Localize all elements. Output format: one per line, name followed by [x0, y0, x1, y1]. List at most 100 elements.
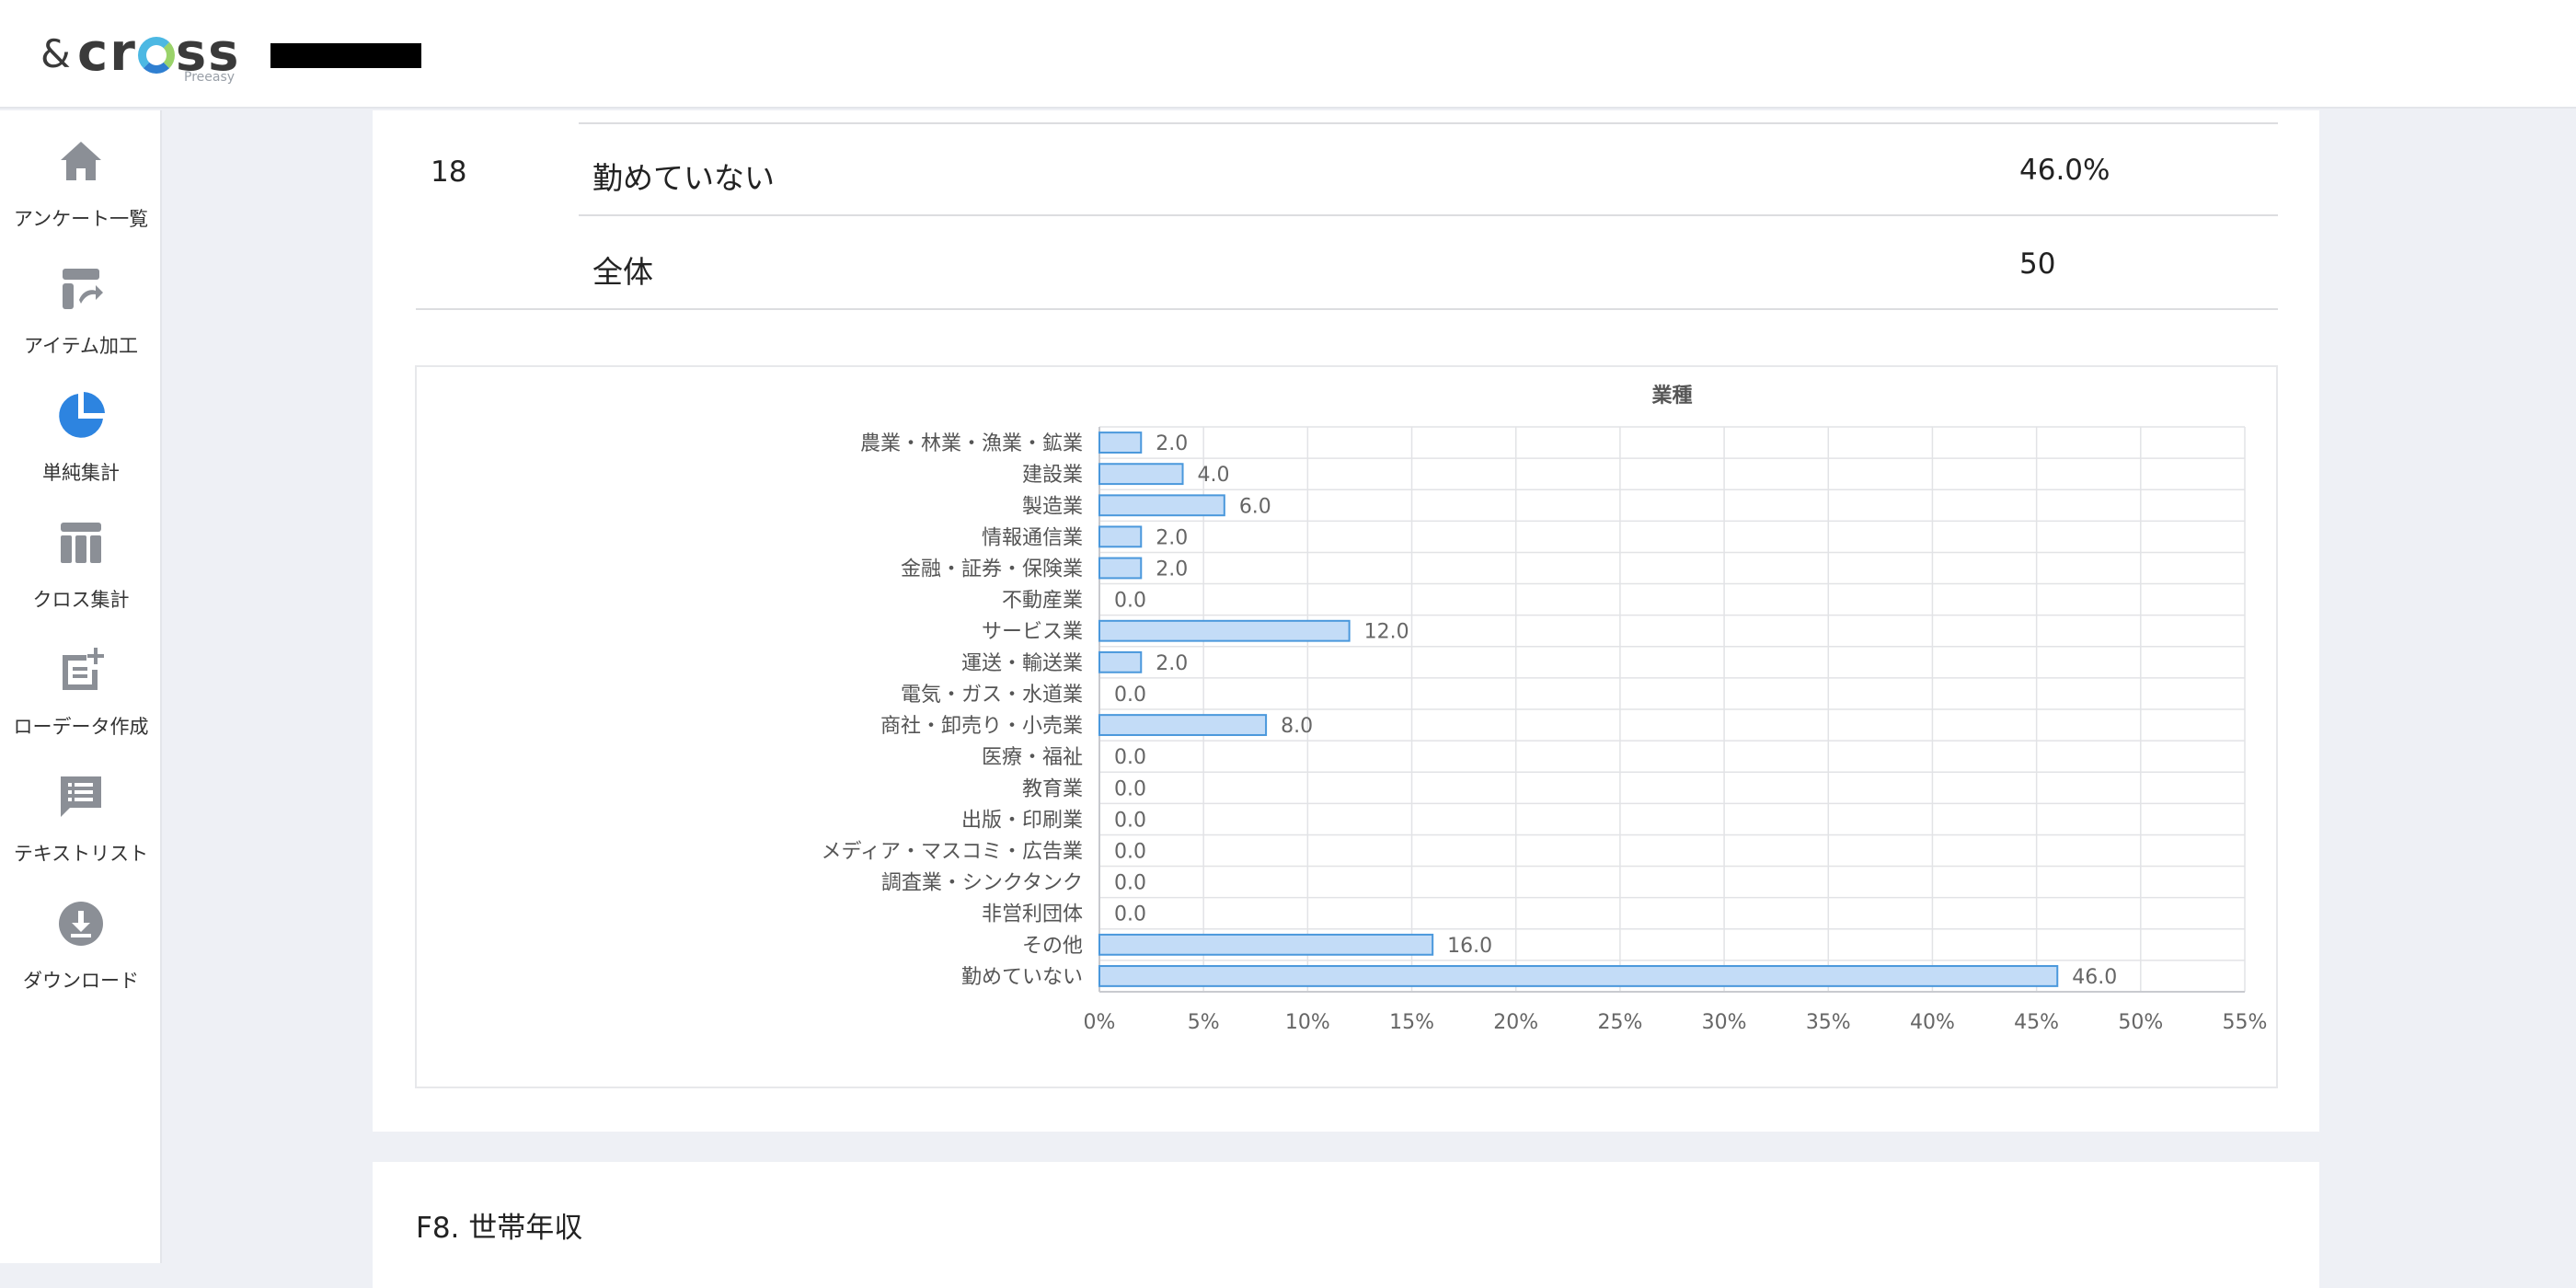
x-tick-label: 45%: [2014, 1011, 2059, 1034]
pie-chart-icon: [59, 392, 105, 438]
bar-value-label: 0.0: [1114, 841, 1146, 864]
download-icon: [59, 902, 103, 946]
chart-bar: [1098, 463, 1184, 486]
y-category-label: 運送・輸送業: [961, 652, 1083, 675]
sidebar-item-label: クロス集計: [32, 589, 130, 611]
sidebar-item-simple-tabulation[interactable]: 単純集計: [0, 377, 162, 497]
bar-value-label: 0.0: [1114, 777, 1146, 800]
x-tick-label: 5%: [1188, 1011, 1220, 1034]
next-section-card: F8. 世帯年収: [373, 1162, 2319, 1288]
raw-data-icon: [63, 648, 104, 690]
x-tick-label: 35%: [1806, 1011, 1851, 1034]
bar-value-label: 46.0: [2072, 966, 2117, 989]
chart-bar: [1098, 557, 1143, 580]
bar-value-label: 0.0: [1114, 684, 1146, 707]
table-icon: [61, 523, 101, 563]
y-category-label: 不動産業: [1002, 590, 1083, 613]
table-row-total: 全体 50: [416, 218, 2278, 310]
bar-value-label: 4.0: [1198, 464, 1230, 487]
chart-bar: [1098, 965, 2059, 987]
y-category-label: 調査業・シンクタンク: [881, 872, 1083, 895]
home-icon: [61, 142, 101, 180]
y-category-label: 出版・印刷業: [961, 809, 1083, 832]
app-header: & cr ss Preeasy: [0, 0, 2576, 109]
bar-value-label: 2.0: [1156, 652, 1188, 675]
chart-title: 業種: [1651, 385, 1692, 408]
row-value: 50: [2019, 247, 2056, 281]
bar-value-label: 0.0: [1114, 872, 1146, 895]
y-category-label: 金融・証券・保険業: [901, 558, 1083, 581]
x-tick-label: 40%: [1910, 1011, 1955, 1034]
y-category-label: 情報通信業: [982, 526, 1083, 549]
x-tick-label: 20%: [1493, 1011, 1538, 1034]
sidebar-item-label: ダウンロード: [23, 970, 139, 992]
bar-value-label: 0.0: [1114, 903, 1146, 926]
sidebar-item-label: ローデータ作成: [13, 716, 149, 738]
x-tick-label: 10%: [1285, 1011, 1330, 1034]
sidebar-item-label: アイテム加工: [24, 335, 138, 357]
table-row-divider: [416, 308, 2278, 310]
sidebar-item-cross-tabulation[interactable]: クロス集計: [0, 504, 162, 624]
y-category-label: 医療・福祉: [982, 746, 1083, 769]
section-title: F8. 世帯年収: [416, 1212, 583, 1245]
chart-bar: [1098, 494, 1225, 517]
bar-value-label: 6.0: [1239, 495, 1271, 518]
result-card: 18 勤めていない 46.0% 全体 50 業種 0% 5% 10% 15% 20% 25%…: [373, 110, 2319, 1132]
bar-value-label: 8.0: [1281, 715, 1313, 738]
bar-value-label: 12.0: [1364, 621, 1409, 644]
logo-ring-icon: [137, 37, 175, 74]
row-label: 勤めていない: [592, 160, 775, 196]
x-tick-label: 30%: [1702, 1011, 1747, 1034]
chart-canvas: 業種 0% 5% 10% 15% 20% 25% 30% 35% 40% 45% 50% 55% 農業・林…: [822, 385, 2268, 1034]
chart-bar: [1098, 619, 1351, 642]
y-category-label: 教育業: [1022, 777, 1083, 800]
sidebar-item-download[interactable]: ダウンロード: [0, 885, 162, 1005]
y-category-label: 勤めていない: [961, 966, 1083, 989]
y-category-label: サービス業: [982, 621, 1083, 644]
y-category-label: 非営利団体: [982, 903, 1083, 926]
chart-bar: [1098, 650, 1143, 673]
bar-value-label: 0.0: [1114, 590, 1146, 613]
chart-bar: [1098, 933, 1434, 956]
redacted-project-name: [270, 43, 421, 68]
sidebar: アンケート一覧 アイテム加工 単純集計 クロス集計 ローデータ作成 テキストリス…: [0, 110, 162, 1263]
x-tick-label: 15%: [1389, 1011, 1434, 1034]
y-category-label: 農業・林業・漁業・鉱業: [860, 432, 1083, 455]
chart-bar: [1098, 525, 1143, 548]
sidebar-item-raw-data[interactable]: ローデータ作成: [0, 631, 162, 751]
row-number: 18: [431, 155, 467, 189]
app-logo[interactable]: & cr ss Preeasy: [40, 24, 243, 86]
sidebar-item-item-edit[interactable]: アイテム加工: [0, 250, 162, 370]
chart-bar: [1098, 431, 1143, 454]
x-tick-label: 55%: [2223, 1011, 2268, 1034]
x-tick-label: 25%: [1597, 1011, 1642, 1034]
logo-ampersand: &: [40, 31, 71, 76]
chart-bar: [1098, 714, 1268, 736]
bar-chart: 業種 0% 5% 10% 15% 20% 25% 30% 35% 40% 45% 50% 55% 農業・林…: [415, 365, 2278, 1088]
bar-value-label: 16.0: [1447, 935, 1492, 958]
bar-value-label: 0.0: [1114, 809, 1146, 832]
bar-value-label: 2.0: [1156, 526, 1188, 549]
sidebar-item-label: 単純集計: [42, 462, 120, 484]
row-value: 46.0%: [2019, 154, 2110, 187]
y-category-label: 製造業: [1022, 495, 1083, 518]
item-edit-icon: [63, 269, 103, 309]
x-tick-label: 50%: [2118, 1011, 2163, 1034]
row-label: 全体: [592, 254, 653, 290]
y-category-label: 商社・卸売り・小売業: [880, 715, 1083, 738]
y-category-label: メディア・マスコミ・広告業: [822, 841, 1083, 864]
bar-value-label: 0.0: [1114, 746, 1146, 769]
y-category-label: その他: [1022, 935, 1083, 958]
table-row: 18 勤めていない 46.0%: [416, 124, 2278, 216]
sidebar-item-label: アンケート一覧: [13, 208, 149, 230]
logo-subtitle: Preeasy: [184, 70, 236, 85]
sidebar-item-survey-list[interactable]: アンケート一覧: [0, 123, 162, 243]
table-row-divider: [579, 214, 2278, 216]
x-tick-label: 0%: [1084, 1011, 1116, 1034]
sidebar-item-text-list[interactable]: テキストリスト: [0, 758, 162, 878]
y-category-label: 建設業: [1022, 464, 1083, 487]
bar-value-label: 2.0: [1156, 432, 1188, 455]
text-list-icon: [61, 776, 101, 817]
bar-value-label: 2.0: [1156, 558, 1188, 581]
y-category-label: 電気・ガス・水道業: [901, 684, 1083, 707]
